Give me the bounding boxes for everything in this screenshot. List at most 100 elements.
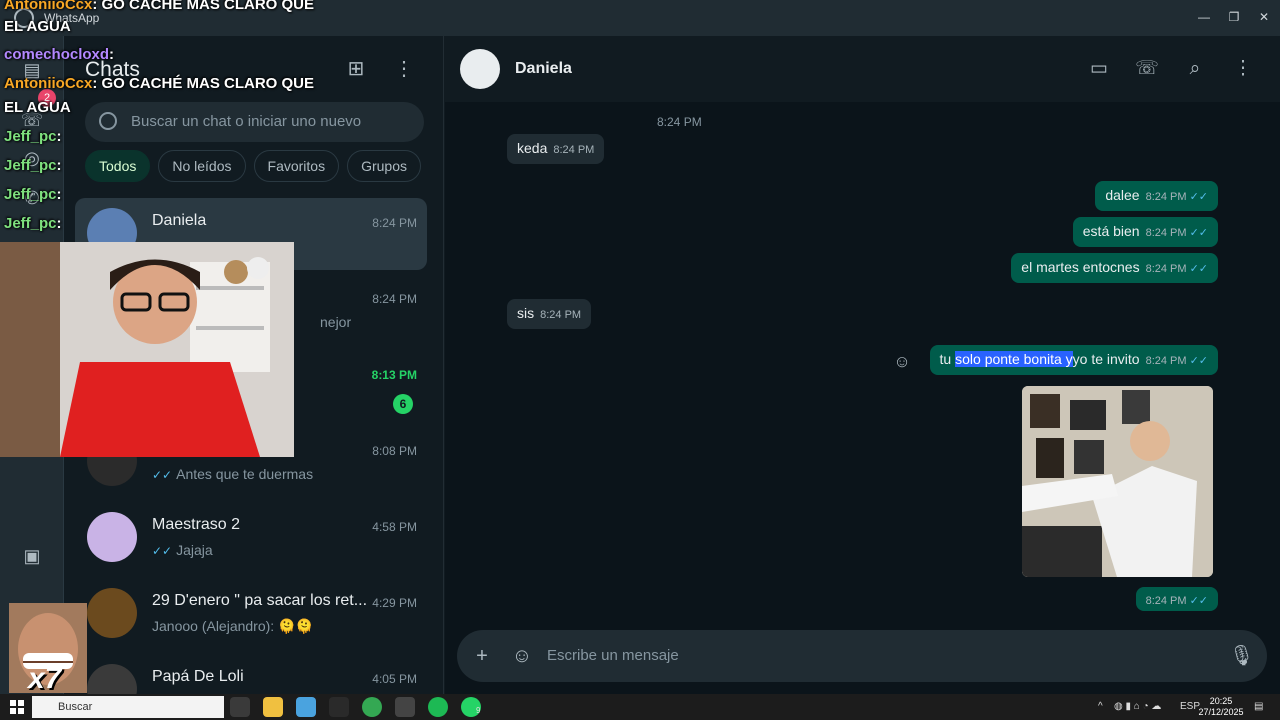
chrome-icon[interactable] bbox=[362, 697, 382, 717]
tray-icons[interactable]: ◍ ▮ ⌂ ◔ ☁ bbox=[1114, 701, 1161, 712]
message-out[interactable]: dalee 8:24 PM ✓✓ bbox=[1095, 181, 1218, 211]
chat-time: 8:13 PM bbox=[371, 368, 417, 382]
clock-time: 20:25 bbox=[1209, 696, 1233, 706]
read-ticks-icon: ✓✓ bbox=[152, 468, 173, 482]
taskbar-search[interactable]: Buscar bbox=[32, 696, 224, 718]
chat-time: 4:58 PM bbox=[372, 520, 417, 534]
task-view-icon[interactable] bbox=[230, 697, 250, 717]
contact-avatar[interactable] bbox=[460, 49, 500, 89]
avatar bbox=[87, 512, 137, 562]
search-placeholder: Buscar un chat o iniciar uno nuevo bbox=[131, 113, 362, 130]
tray-expand-icon[interactable]: ^ bbox=[1098, 701, 1103, 712]
chat-name: Maestraso 2 bbox=[152, 516, 241, 533]
message-text: dalee bbox=[1105, 187, 1140, 203]
message-time: 8:24 PM bbox=[1145, 263, 1187, 275]
chat-time: 4:29 PM bbox=[372, 596, 417, 610]
microphone-icon[interactable]: 🎙 bbox=[1229, 644, 1254, 668]
filter-groups[interactable]: Grupos bbox=[347, 150, 422, 182]
status-icon[interactable]: ◎ bbox=[20, 146, 44, 170]
attach-plus-icon[interactable]: + bbox=[470, 644, 494, 668]
clock-date: 27/12/2025 bbox=[1198, 707, 1244, 717]
conversation-panel: Daniela ▭ ☏ ⌕ ⋮ 8:24 PM keda 8:24 PM dale… bbox=[445, 36, 1280, 694]
message-time: 8:24 PM bbox=[1145, 355, 1187, 367]
windows-start-icon[interactable] bbox=[10, 700, 24, 714]
image-message-time: 8:24 PM ✓✓ bbox=[1135, 587, 1218, 611]
chat-name: 29 D'enero " pa sacar los ret... bbox=[152, 592, 368, 609]
chat-name: Papá De Loli bbox=[152, 668, 244, 685]
channels-icon[interactable]: ✆ bbox=[20, 186, 44, 210]
message-time: 8:24 PM bbox=[1145, 227, 1187, 239]
message-text: keda bbox=[517, 140, 548, 156]
chat-row-group[interactable]: 29 D'enero " pa sacar los ret... 4:29 PM… bbox=[75, 578, 427, 650]
message-time: 8:24 PM bbox=[1145, 595, 1187, 607]
message-in[interactable]: sis 8:24 PM bbox=[507, 299, 592, 329]
text-selection: solo ponte bonita y bbox=[955, 351, 1073, 367]
search-input[interactable]: Buscar un chat o iniciar uno nuevo bbox=[85, 102, 424, 142]
image-message[interactable] bbox=[1022, 386, 1213, 577]
message-out[interactable]: tu solo ponte bonita yyo te invito 8:24 P… bbox=[929, 345, 1218, 375]
title-bar: WhatsApp — ❐ ✕ bbox=[0, 0, 1280, 36]
message-composer[interactable]: + ☺ Escribe un mensaje 🎙 bbox=[457, 630, 1267, 682]
new-chat-icon[interactable]: ⊞ bbox=[343, 56, 369, 82]
streamer-webcam bbox=[0, 242, 294, 457]
video-call-icon[interactable]: ▭ bbox=[1087, 57, 1111, 81]
calls-icon[interactable]: ☏ bbox=[20, 108, 44, 132]
read-ticks-icon: ✓✓ bbox=[1189, 191, 1208, 203]
language-indicator[interactable]: ESP bbox=[1180, 701, 1200, 712]
webcam-feed bbox=[0, 242, 294, 457]
spotify-icon[interactable] bbox=[428, 697, 448, 717]
message-text: el martes entocnes bbox=[1021, 259, 1140, 275]
sticker-icon[interactable]: ☺ bbox=[510, 644, 534, 668]
message-out[interactable]: está bien 8:24 PM ✓✓ bbox=[1072, 217, 1218, 247]
search-icon bbox=[99, 112, 117, 130]
filter-unread[interactable]: No leídos bbox=[158, 150, 246, 182]
message-time: 8:24 PM bbox=[657, 115, 702, 129]
taskbar-clock[interactable]: 20:25 27/12/2025 bbox=[1198, 696, 1244, 718]
close-button[interactable]: ✕ bbox=[1252, 6, 1276, 28]
filter-chips: Todos No leídos Favoritos Grupos bbox=[85, 150, 422, 184]
message-in[interactable]: keda 8:24 PM bbox=[507, 134, 605, 164]
filter-all[interactable]: Todos bbox=[85, 150, 151, 182]
menu-icon[interactable]: ⋮ bbox=[1231, 57, 1255, 81]
meme-multiplier: x7 bbox=[28, 662, 62, 695]
chat-preview: Janooo (Alejandro): 🫠🫠 bbox=[152, 618, 313, 634]
whatsapp-logo-icon bbox=[14, 8, 34, 28]
chat-preview: ✓✓ Antes que te duermas bbox=[152, 466, 314, 482]
chat-row-maestraso[interactable]: Maestraso 2 4:58 PM ✓✓ Jajaja bbox=[75, 502, 427, 574]
chats-unread-badge: 2 bbox=[38, 89, 56, 107]
read-ticks-icon: ✓✓ bbox=[1189, 227, 1208, 239]
phone-call-icon[interactable]: ☏ bbox=[1135, 57, 1159, 81]
unread-count-badge: 6 bbox=[393, 394, 413, 414]
menu-icon[interactable]: ⋮ bbox=[391, 56, 417, 82]
media-gallery-icon[interactable]: ▣ bbox=[20, 544, 44, 568]
chat-time: 4:05 PM bbox=[372, 672, 417, 686]
message-input[interactable]: Escribe un mensaje bbox=[547, 647, 679, 664]
windows-taskbar: Buscar 9 ^ ◍ ▮ ⌂ ◔ ☁ ESP 20:25 27/12/202… bbox=[0, 694, 1280, 720]
minimize-button[interactable]: — bbox=[1192, 6, 1216, 28]
chats-icon[interactable]: ▤ bbox=[20, 58, 44, 82]
conversation-header: Daniela ▭ ☏ ⌕ ⋮ bbox=[445, 36, 1280, 102]
chat-time: 8:24 PM bbox=[372, 216, 417, 230]
app-icon[interactable] bbox=[395, 697, 415, 717]
contact-name[interactable]: Daniela bbox=[515, 60, 572, 78]
message-out[interactable]: el martes entocnes 8:24 PM ✓✓ bbox=[1011, 253, 1218, 283]
app-icon[interactable] bbox=[329, 697, 349, 717]
read-ticks-icon: ✓✓ bbox=[152, 544, 173, 558]
taskbar-search-label: Buscar bbox=[58, 701, 93, 713]
app-icon[interactable] bbox=[296, 697, 316, 717]
maximize-button[interactable]: ❐ bbox=[1222, 6, 1246, 28]
chat-time: 8:24 PM bbox=[372, 292, 417, 306]
message-time: 8:24 PM bbox=[1145, 191, 1187, 203]
message-time: 8:24 PM bbox=[553, 144, 595, 156]
read-ticks-icon: ✓✓ bbox=[1189, 355, 1208, 367]
search-icon[interactable]: ⌕ bbox=[1183, 57, 1207, 81]
notifications-icon[interactable]: ▤ bbox=[1254, 701, 1263, 712]
message-text: tu solo ponte bonita yyo te invito bbox=[939, 351, 1140, 367]
chat-time: 8:08 PM bbox=[372, 444, 417, 458]
chat-preview: nejor bbox=[320, 314, 352, 330]
file-explorer-icon[interactable] bbox=[263, 697, 283, 717]
message-time: 8:24 PM bbox=[540, 309, 582, 321]
emoji-reaction-icon[interactable]: ☺ bbox=[890, 350, 914, 374]
filter-favorites[interactable]: Favoritos bbox=[253, 150, 340, 182]
photo-thumbnail bbox=[1022, 386, 1213, 577]
